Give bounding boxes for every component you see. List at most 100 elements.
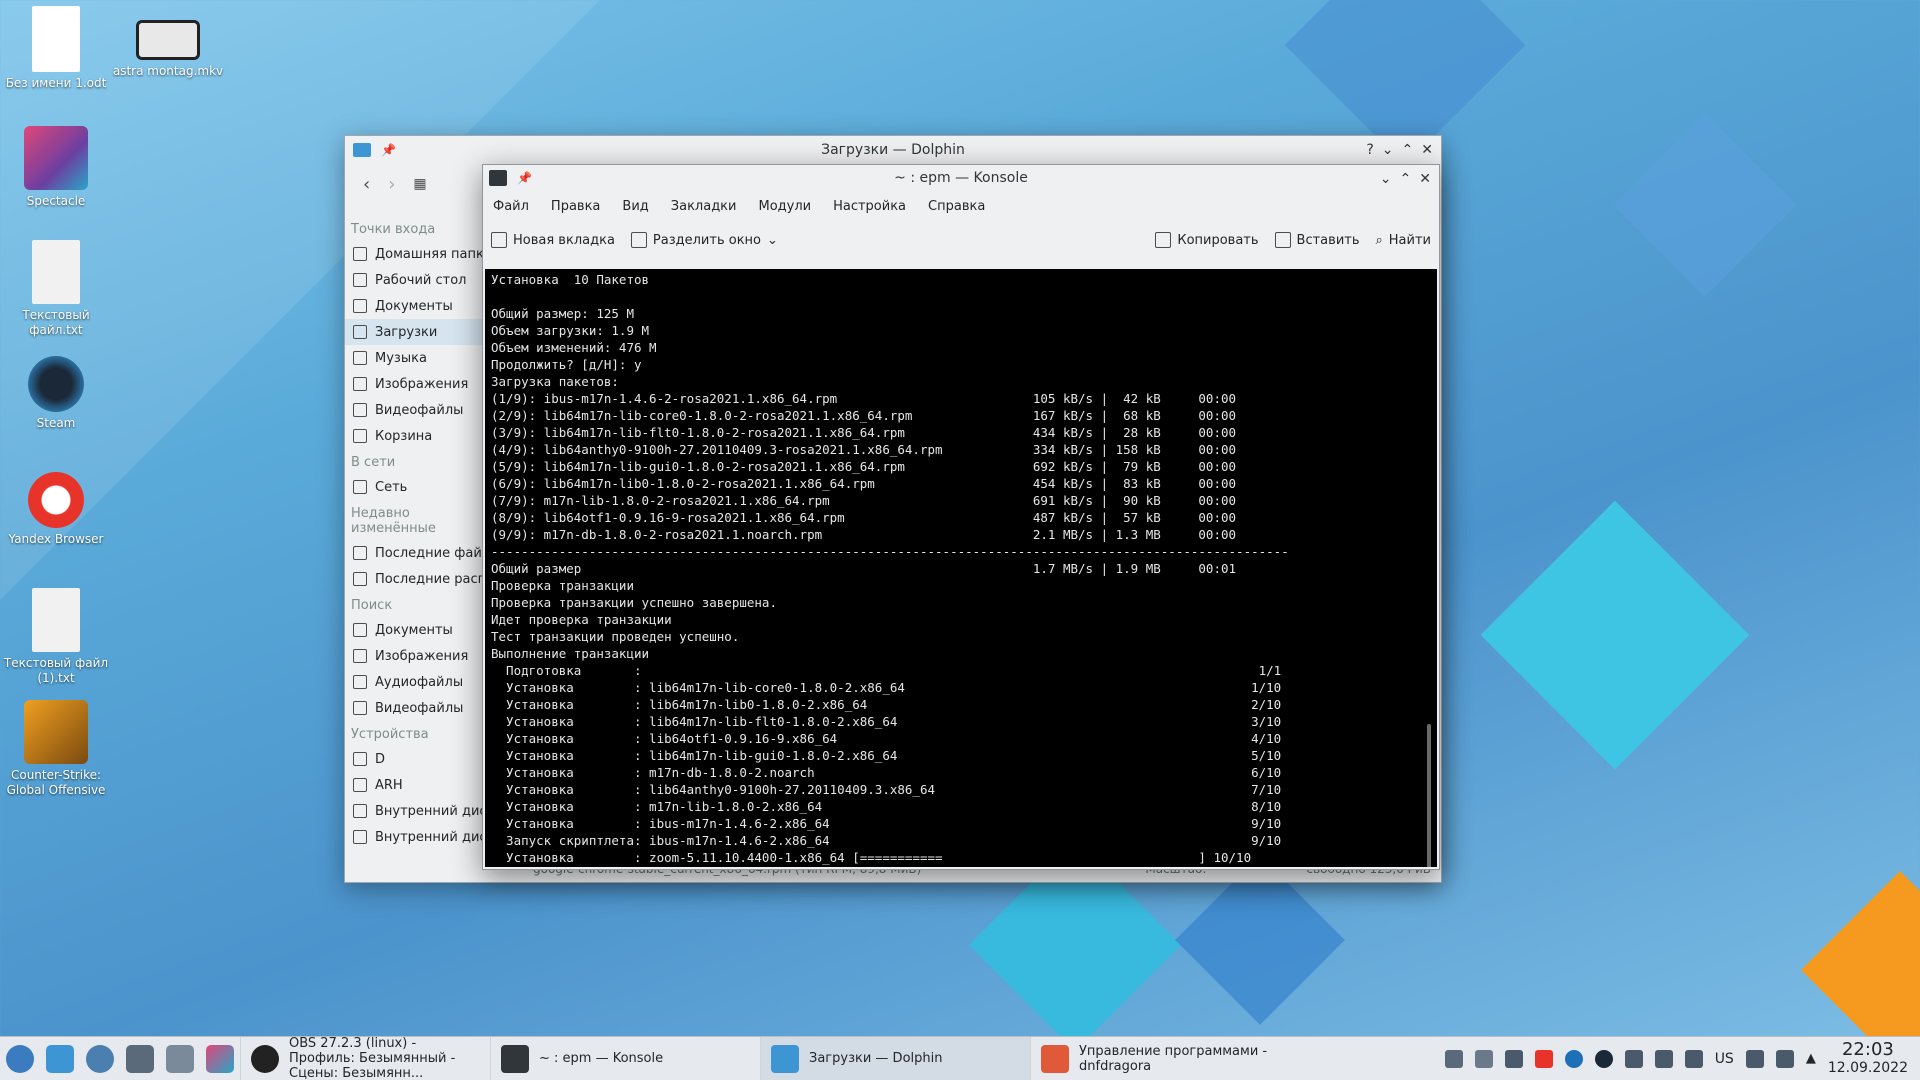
desktop-icon-steam[interactable]: Steam	[0, 356, 112, 431]
mixer-icon[interactable]	[1444, 1049, 1463, 1068]
maximize-icon[interactable]: ⌃	[1400, 171, 1412, 187]
menu-edit[interactable]: Правка	[551, 199, 600, 214]
find-button[interactable]: ⌕ Найти	[1376, 233, 1432, 248]
places-item-search-documents[interactable]: Документы	[345, 617, 495, 643]
microphone-icon[interactable]	[1684, 1049, 1703, 1068]
desktop-icon-yandex[interactable]: Yandex Browser	[0, 472, 112, 547]
close-icon[interactable]: ✕	[1419, 171, 1431, 187]
places-item-search-video[interactable]: Видеофайлы	[345, 695, 495, 721]
help-icon[interactable]: ?	[1366, 142, 1373, 158]
split-view-button[interactable]: Разделить окно ⌄	[630, 232, 778, 248]
places-item-label: Домашняя папка	[375, 246, 492, 262]
terminal-line: Объем загрузки: 1.9 M	[491, 323, 650, 338]
places-item-label: Изображения	[375, 648, 469, 664]
desktop-icon-label: Текстовый файл (1).txt	[3, 656, 109, 685]
task-konsole[interactable]: ~ : epm — Konsole	[490, 1036, 760, 1080]
desktop-icon-label: Spectacle	[26, 194, 86, 208]
desktop-icon-text-file[interactable]: Текстовый файл.txt	[0, 240, 112, 338]
terminal-line: Установка : lib64m17n-lib-core0-1.8.0-2.…	[491, 680, 1282, 695]
desktop-icon-mkv[interactable]: astra montag.mkv	[112, 20, 224, 79]
minimize-icon[interactable]: ⌄	[1380, 171, 1392, 187]
menu-bookmarks[interactable]: Закладки	[671, 199, 737, 214]
places-item-label: Последние файлы	[375, 545, 495, 561]
new-tab-button[interactable]: Новая вкладка	[491, 232, 615, 248]
places-item-device-d[interactable]: D	[345, 746, 495, 772]
terminal-scrollbar[interactable]	[1427, 724, 1431, 867]
back-icon[interactable]: ‹	[363, 174, 370, 195]
task-dnfdragora[interactable]: Управление программами - dnfdragora	[1030, 1036, 1280, 1080]
copy-button[interactable]: Копировать	[1155, 232, 1259, 248]
launcher-desktop[interactable]	[160, 1037, 200, 1080]
csgo-icon	[24, 700, 88, 764]
launcher-spectacle[interactable]	[200, 1037, 240, 1080]
places-item-documents[interactable]: Документы	[345, 293, 495, 319]
maximize-icon[interactable]: ⌃	[1402, 142, 1414, 158]
desktop-icon-csgo[interactable]: Counter-Strike: Global Offensive	[0, 700, 112, 798]
terminal-line: (9/9): m17n-db-1.8.0-2-rosa2021.1.noarch…	[491, 527, 1237, 542]
steam-tray-icon[interactable]	[1594, 1049, 1613, 1068]
digital-clock[interactable]: 22:03 12.09.2022	[1827, 1040, 1908, 1077]
menu-view[interactable]: Вид	[622, 199, 648, 214]
wallpaper-diamond	[1613, 113, 1797, 297]
places-item-network[interactable]: Сеть	[345, 474, 495, 500]
places-item-device-internal-1[interactable]: Внутренний диск	[345, 798, 495, 824]
places-item-search-audio[interactable]: Аудиофайлы	[345, 669, 495, 695]
places-item-music[interactable]: Музыка	[345, 345, 495, 371]
places-item-downloads[interactable]: Загрузки	[345, 319, 495, 345]
close-icon[interactable]: ✕	[1421, 142, 1433, 158]
places-item-label: D	[375, 751, 386, 767]
menu-file[interactable]: Файл	[493, 199, 529, 214]
trash-icon[interactable]	[1474, 1049, 1493, 1068]
task-label: ~ : epm — Konsole	[539, 1051, 664, 1066]
konsole-titlebar[interactable]: 📌 ~ : epm — Konsole ⌄ ⌃ ✕	[483, 165, 1439, 191]
clock-date: 12.09.2022	[1827, 1059, 1908, 1076]
places-item-trash[interactable]: Корзина	[345, 423, 495, 449]
menu-settings[interactable]: Настройка	[833, 199, 906, 214]
desktop-icon-text-file-1[interactable]: Текстовый файл (1).txt	[0, 588, 112, 686]
network-icon[interactable]	[1745, 1049, 1764, 1068]
places-item-desktop[interactable]: Рабочий стол	[345, 267, 495, 293]
bluetooth-icon[interactable]	[1775, 1049, 1794, 1068]
terminal-output[interactable]: Установка 10 Пакетов Общий размер: 125 M О…	[485, 269, 1437, 867]
places-item-home[interactable]: Домашняя папка	[345, 241, 495, 267]
notifications-icon[interactable]	[1504, 1049, 1523, 1068]
terminal-line: Проверка транзакции	[491, 578, 634, 593]
task-label: Загрузки — Dolphin	[809, 1051, 943, 1066]
places-item-recent-locations[interactable]: Последние расположения	[345, 566, 495, 592]
menu-plugins[interactable]: Модули	[758, 199, 811, 214]
tray-expand-icon[interactable]: ▲	[1806, 1051, 1816, 1066]
minimize-icon[interactable]: ⌄	[1382, 142, 1394, 158]
desktop-icon-label: Yandex Browser	[8, 532, 104, 546]
yandex-icon[interactable]	[1534, 1049, 1553, 1068]
launcher-file-manager[interactable]	[40, 1037, 80, 1080]
keyboard-layout-indicator[interactable]: US	[1715, 1051, 1734, 1067]
desktop-icon-label: Steam	[36, 416, 76, 430]
places-item-pictures[interactable]: Изображения	[345, 371, 495, 397]
text-file-icon	[32, 240, 80, 304]
clipboard-icon[interactable]	[1624, 1049, 1643, 1068]
chevron-down-icon: ⌄	[767, 232, 778, 248]
task-obs[interactable]: OBS 27.2.3 (linux) - Профиль: Безымянный…	[240, 1036, 490, 1080]
desktop-icon-spectacle[interactable]: Spectacle	[0, 126, 112, 209]
volume-icon[interactable]	[1654, 1049, 1673, 1068]
application-launcher[interactable]	[0, 1037, 40, 1080]
places-item-videos[interactable]: Видеофайлы	[345, 397, 495, 423]
terminal-line: Запуск скриптлета: ibus-m17n-1.4.6-2.x86…	[491, 833, 1282, 848]
places-item-device-internal-2[interactable]: Внутренний диск	[345, 824, 495, 850]
video-icon	[353, 701, 367, 715]
task-dolphin[interactable]: Загрузки — Dolphin	[760, 1036, 1030, 1080]
forward-icon[interactable]: ›	[388, 174, 395, 195]
desktop-icon-odt[interactable]: Без имени 1.odt	[0, 6, 112, 91]
launcher-browser[interactable]	[80, 1037, 120, 1080]
launcher-system[interactable]	[120, 1037, 160, 1080]
dolphin-titlebar[interactable]: 📌 Загрузки — Dolphin ? ⌄ ⌃ ✕	[345, 136, 1441, 164]
hp-icon[interactable]	[1564, 1049, 1583, 1068]
places-item-search-images[interactable]: Изображения	[345, 643, 495, 669]
menu-help[interactable]: Справка	[928, 199, 985, 214]
icons-view-icon[interactable]: ▦	[413, 176, 426, 192]
paste-button[interactable]: Вставить	[1274, 232, 1360, 248]
places-item-device-arh[interactable]: ARH	[345, 772, 495, 798]
places-item-recent-files[interactable]: Последние файлы	[345, 540, 495, 566]
konsole-window[interactable]: 📌 ~ : epm — Konsole ⌄ ⌃ ✕ Файл Правка Ви…	[482, 164, 1440, 870]
